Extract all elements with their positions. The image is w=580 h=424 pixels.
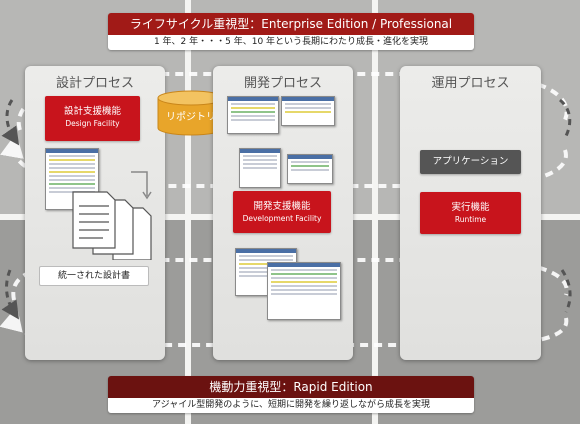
- runtime-box: 実行機能 Runtime: [420, 192, 521, 234]
- rapid-banner: 機動力重視型：Rapid Edition アジャイル型開発のように、短期に開発を…: [108, 376, 474, 413]
- dev-tool-screenshot: [227, 96, 279, 134]
- dev-tool-screenshot: [287, 154, 333, 184]
- design-facility-label-en: Design Facility: [65, 119, 120, 128]
- lifecycle-banner-title: ライフサイクル重視型：Enterprise Edition / Professi…: [108, 13, 474, 50]
- dev-tool-screenshot: [239, 148, 281, 188]
- lifecycle-banner-subtitle: 1 年、2 年・・・5 年、10 年という長期にわたり成長・進化を実現: [108, 35, 474, 50]
- development-facility-label: 開発支援機能: [253, 201, 311, 212]
- dev-tool-screenshot: [281, 96, 335, 126]
- development-process-panel: 開発プロセス 開発支援機能 Development Facility: [213, 66, 353, 360]
- runtime-label-en: Runtime: [454, 215, 487, 224]
- development-facility-box: 開発支援機能 Development Facility: [233, 191, 331, 233]
- design-facility-box: 設計支援機能 Design Facility: [45, 96, 140, 141]
- development-process-title: 開発プロセス: [243, 76, 322, 91]
- lifecycle-banner: ライフサイクル重視型：Enterprise Edition / Professi…: [108, 13, 474, 50]
- design-process-panel: 設計プロセス 設計支援機能 Design Facility 統一された設計書: [25, 66, 165, 360]
- design-facility-label: 設計支援機能: [63, 106, 121, 117]
- rapid-banner-subtitle: アジャイル型開発のように、短期に開発を繰り返しながら成長を実現: [108, 398, 474, 413]
- dev-tool-screenshot: [267, 262, 341, 320]
- operation-process-title: 運用プロセス: [431, 76, 510, 91]
- runtime-label: 実行機能: [451, 202, 490, 213]
- design-documents-icon: [72, 171, 152, 260]
- application-box: アプリケーション: [420, 150, 521, 174]
- operation-process-panel: 運用プロセス アプリケーション 実行機能 Runtime: [400, 66, 541, 360]
- design-process-title: 設計プロセス: [55, 76, 134, 91]
- unified-design-doc-label: 統一された設計書: [39, 266, 149, 286]
- rapid-banner-title: 機動力重視型：Rapid Edition: [108, 376, 474, 398]
- development-facility-label-en: Development Facility: [242, 214, 322, 223]
